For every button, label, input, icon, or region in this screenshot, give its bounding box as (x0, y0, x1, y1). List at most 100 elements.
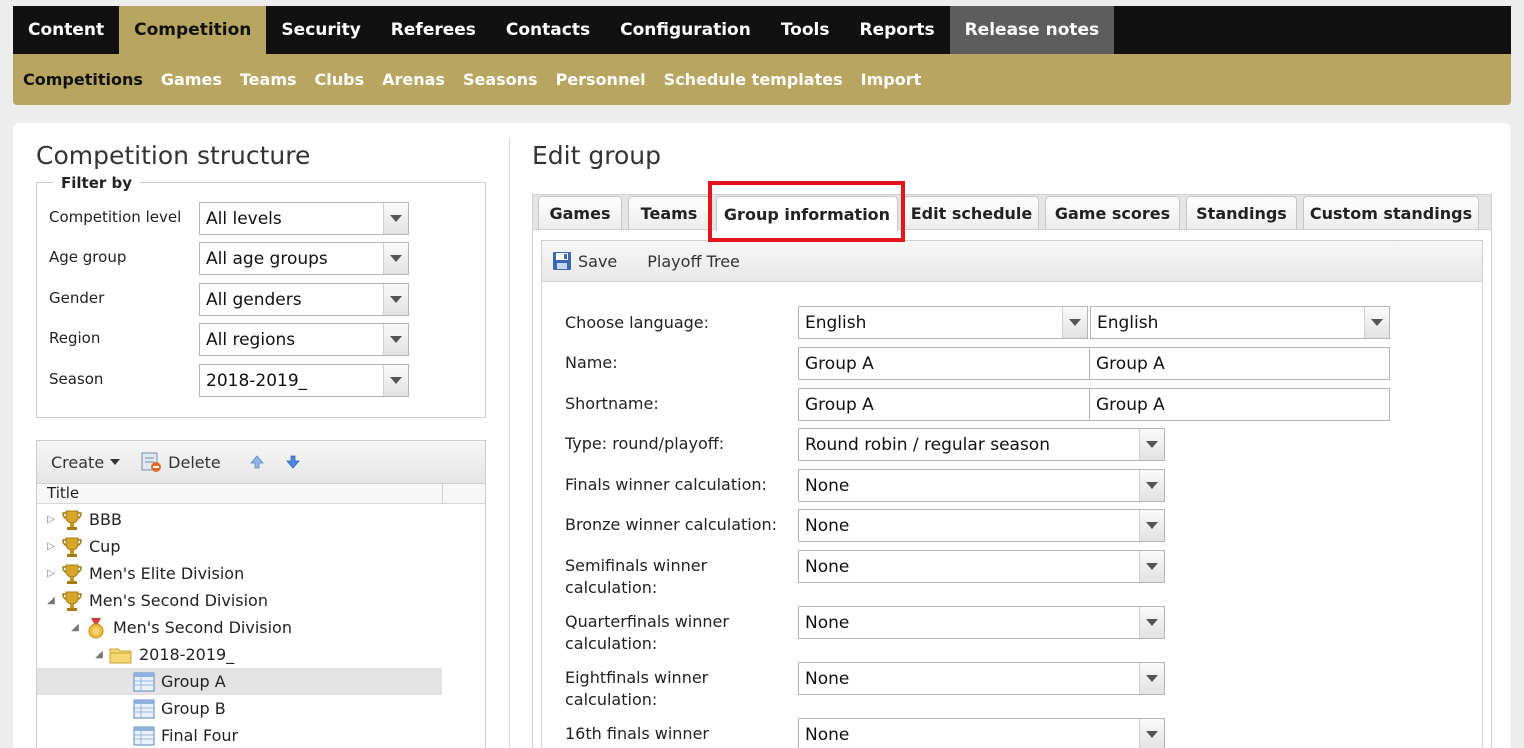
subnav-seasons[interactable]: Seasons (454, 70, 547, 89)
sub-navigation: Competitions Games Teams Clubs Arenas Se… (13, 54, 1511, 105)
tree-item-group-b[interactable]: Group B (37, 695, 442, 722)
region-select[interactable]: All regions (199, 323, 409, 356)
expand-arrow-icon[interactable]: ▷ (45, 541, 57, 552)
age-group-value: All age groups (206, 248, 328, 269)
semifinals-winner-select[interactable]: None (798, 550, 1165, 583)
tab-game-scores[interactable]: Game scores (1045, 196, 1180, 229)
tree-item-cup[interactable]: ▷ Cup (37, 533, 442, 560)
eightfinals-winner-select[interactable]: None (798, 662, 1165, 695)
tree-item-mens-second-division[interactable]: ◢ Men's Second Division (37, 587, 442, 614)
collapse-arrow-icon[interactable]: ◢ (93, 649, 105, 660)
arrow-down-icon[interactable] (285, 454, 301, 470)
tab-standings[interactable]: Standings (1186, 196, 1297, 229)
tree-item-mens-elite-division[interactable]: ▷ Men's Elite Division (37, 560, 442, 587)
tree-item-bbb[interactable]: ▷ BBB (37, 506, 442, 533)
sixteenth-finals-winner-select[interactable]: None (798, 718, 1165, 748)
create-button[interactable]: Create (51, 453, 126, 472)
playoff-tree-button[interactable]: Playoff Tree (647, 252, 746, 271)
tree-item-label: BBB (89, 510, 122, 529)
topnav-referees[interactable]: Referees (376, 6, 491, 54)
gender-select[interactable]: All genders (199, 283, 409, 316)
tab-games[interactable]: Games (538, 196, 622, 229)
eightfinals-winner-label: Eightfinals winner calculation: (565, 668, 709, 709)
competition-structure-title: Competition structure (36, 141, 311, 170)
arrow-up-icon[interactable] (249, 454, 265, 470)
tab-teams[interactable]: Teams (628, 196, 710, 229)
topnav-competition[interactable]: Competition (119, 6, 267, 54)
chevron-down-icon[interactable] (383, 284, 408, 315)
finals-winner-select[interactable]: None (798, 469, 1165, 502)
chevron-down-icon[interactable] (1139, 663, 1164, 694)
chevron-down-icon[interactable] (1139, 510, 1164, 541)
expand-arrow-icon[interactable]: ▷ (45, 568, 57, 579)
language-select-secondary[interactable]: English (1090, 306, 1390, 339)
eightfinals-winner-value: None (805, 668, 850, 689)
topnav-tools[interactable]: Tools (766, 6, 845, 54)
topnav-security[interactable]: Security (266, 6, 375, 54)
topnav-reports[interactable]: Reports (844, 6, 949, 54)
subnav-arenas[interactable]: Arenas (373, 70, 454, 89)
subnav-games[interactable]: Games (152, 70, 231, 89)
chevron-down-icon[interactable] (383, 203, 408, 234)
name-input-primary[interactable]: Group A (798, 347, 1090, 380)
collapse-arrow-icon[interactable]: ◢ (45, 595, 57, 606)
filter-label-gender: Gender (49, 289, 105, 307)
tree-item-group-a[interactable]: Group A (37, 668, 442, 695)
chevron-down-icon[interactable] (1062, 307, 1087, 338)
collapse-arrow-icon[interactable]: ◢ (69, 622, 81, 633)
chevron-down-icon[interactable] (1139, 429, 1164, 460)
tree-item-final-four[interactable]: Final Four (37, 722, 442, 748)
name-input-secondary[interactable]: Group A (1089, 347, 1390, 380)
column-resize-handle[interactable] (442, 484, 443, 503)
filter-label-region: Region (49, 329, 101, 347)
trophy-icon (62, 564, 82, 584)
subnav-personnel[interactable]: Personnel (547, 70, 655, 89)
chevron-down-icon[interactable] (1364, 307, 1389, 338)
tree-item-mens-second-division-competition[interactable]: ◢ Men's Second Division (37, 614, 442, 641)
tree-panel: Create Delete Title ▷ BBB ▷ Cup ▷ Men's … (36, 440, 486, 748)
delete-button[interactable]: Delete (140, 451, 227, 473)
table-icon (133, 672, 155, 691)
subnav-clubs[interactable]: Clubs (306, 70, 374, 89)
expand-arrow-icon[interactable]: ▷ (45, 514, 57, 525)
language-value-primary: English (805, 312, 867, 333)
tree-item-label: Men's Elite Division (89, 564, 245, 583)
save-icon (553, 252, 571, 270)
season-select[interactable]: 2018-2019_ (199, 364, 409, 397)
topnav-configuration[interactable]: Configuration (605, 6, 766, 54)
subnav-teams[interactable]: Teams (231, 70, 306, 89)
shortname-input-primary[interactable]: Group A (798, 388, 1090, 421)
quarterfinals-winner-select[interactable]: None (798, 606, 1165, 639)
chevron-down-icon[interactable] (383, 324, 408, 355)
topnav-contacts[interactable]: Contacts (491, 6, 605, 54)
age-group-select[interactable]: All age groups (199, 242, 409, 275)
tree-item-season-2018-2019[interactable]: ◢ 2018-2019_ (37, 641, 442, 668)
chevron-down-icon[interactable] (1139, 607, 1164, 638)
tab-edit-schedule[interactable]: Edit schedule (904, 196, 1039, 229)
tree-item-label: Final Four (161, 726, 239, 745)
topnav-content[interactable]: Content (13, 6, 119, 54)
topnav-release-notes[interactable]: Release notes (949, 6, 1115, 54)
chevron-down-icon[interactable] (1139, 719, 1164, 748)
shortname-input-secondary[interactable]: Group A (1089, 388, 1390, 421)
chevron-down-icon[interactable] (383, 243, 408, 274)
competition-level-select[interactable]: All levels (199, 202, 409, 235)
save-button[interactable]: Save (552, 251, 623, 271)
chevron-down-icon[interactable] (1139, 551, 1164, 582)
chevron-down-icon[interactable] (1139, 470, 1164, 501)
subnav-import[interactable]: Import (852, 70, 931, 89)
subnav-competitions[interactable]: Competitions (23, 70, 152, 89)
subnav-schedule-templates[interactable]: Schedule templates (655, 70, 852, 89)
name-label: Name: (565, 353, 618, 372)
bronze-winner-select[interactable]: None (798, 509, 1165, 542)
sixteenth-finals-winner-value: None (805, 724, 850, 745)
table-icon (133, 699, 155, 718)
tab-group-information[interactable]: Group information (716, 196, 898, 231)
tab-custom-standings[interactable]: Custom standings (1303, 196, 1479, 229)
tree-column-header[interactable]: Title (37, 484, 485, 504)
trophy-icon (62, 537, 82, 557)
chevron-down-icon[interactable] (383, 365, 408, 396)
region-value: All regions (206, 329, 296, 350)
type-select[interactable]: Round robin / regular season (798, 428, 1165, 461)
language-select-primary[interactable]: English (798, 306, 1088, 339)
